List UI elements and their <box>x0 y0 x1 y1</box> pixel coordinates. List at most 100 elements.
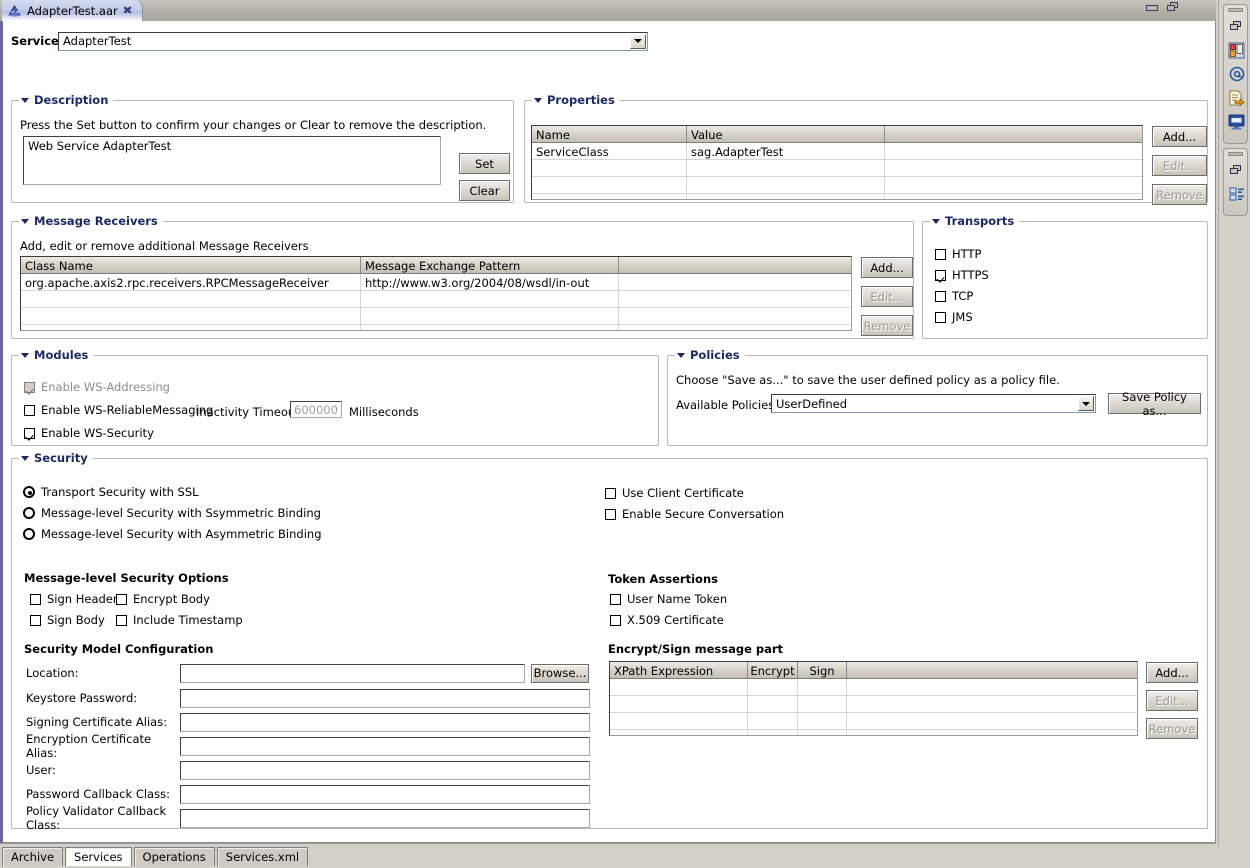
table-row[interactable] <box>610 696 1137 713</box>
table-row[interactable]: org.apache.axis2.rpc.receivers.RPCMessag… <box>21 274 851 291</box>
policy-validator-callback-class-input[interactable] <box>180 808 590 828</box>
inactivity-timeout-input[interactable]: 600000 <box>290 401 342 418</box>
column-header[interactable]: Name <box>532 126 687 142</box>
table-row[interactable] <box>532 160 1142 177</box>
checkbox-icon[interactable] <box>935 269 946 281</box>
twisty-down-icon[interactable] <box>21 218 29 224</box>
checkbox-icon[interactable] <box>30 593 41 605</box>
receivers-add-button[interactable]: Add... <box>861 257 913 278</box>
tab-archive[interactable]: Archive <box>2 847 64 866</box>
encrypt-sign-edit-button[interactable]: Edit... <box>1146 690 1198 711</box>
server-package-icon[interactable] <box>1224 38 1249 62</box>
user-input[interactable] <box>180 760 590 780</box>
checkbox-icon[interactable] <box>935 311 946 323</box>
checkbox-icon[interactable] <box>116 614 127 626</box>
twisty-down-icon[interactable] <box>21 97 29 103</box>
security-mode-asymmetric-radio[interactable]: Message-level Security with Asymmetric B… <box>23 527 322 541</box>
enable-ws-reliablemessaging-checkbox[interactable]: Enable WS-ReliableMessaging <box>24 403 213 417</box>
table-row[interactable] <box>610 730 1137 735</box>
keystore-password-input[interactable] <box>180 688 590 708</box>
twisty-down-icon[interactable] <box>21 352 29 358</box>
modules-group-title[interactable]: Modules <box>19 348 94 362</box>
encrypt-sign-table[interactable]: XPath Expression Encrypt Sign <box>609 661 1138 736</box>
table-row[interactable] <box>21 308 851 325</box>
column-header[interactable]: XPath Expression <box>610 662 748 678</box>
set-button[interactable]: Set <box>459 153 510 174</box>
password-callback-class-input[interactable] <box>180 784 590 804</box>
transport-tcp-checkbox[interactable]: TCP <box>935 289 973 303</box>
twisty-down-icon[interactable] <box>21 455 29 461</box>
include-timestamp-checkbox[interactable]: Include Timestamp <box>116 613 243 627</box>
radio-icon[interactable] <box>23 486 35 498</box>
sign-header-checkbox[interactable]: Sign Header <box>30 592 118 606</box>
security-mode-symmetric-radio[interactable]: Message-level Security with Ssymmetric B… <box>23 506 321 520</box>
receivers-remove-button[interactable]: Remove <box>861 315 913 336</box>
resize-corner[interactable] <box>1218 846 1250 868</box>
at-sign-icon[interactable] <box>1224 62 1249 86</box>
table-row[interactable]: ServiceClass sag.AdapterTest <box>532 143 1142 160</box>
x509-certificate-checkbox[interactable]: X.509 Certificate <box>610 613 724 627</box>
outline-tree-icon[interactable] <box>1224 182 1249 206</box>
table-row[interactable] <box>532 194 1142 199</box>
browse-button[interactable]: Browse... <box>531 663 589 683</box>
encrypt-sign-add-button[interactable]: Add... <box>1146 662 1198 683</box>
encryption-certificate-alias-input[interactable] <box>180 736 590 756</box>
twisty-down-icon[interactable] <box>677 352 685 358</box>
transport-http-checkbox[interactable]: HTTP <box>935 247 981 261</box>
encrypt-body-checkbox[interactable]: Encrypt Body <box>116 592 210 606</box>
chevron-down-icon[interactable] <box>630 33 646 49</box>
properties-group-title[interactable]: Properties <box>532 93 620 107</box>
tab-operations[interactable]: Operations <box>133 847 215 866</box>
table-row[interactable] <box>21 291 851 308</box>
radio-icon[interactable] <box>23 528 35 540</box>
table-row[interactable] <box>610 713 1137 730</box>
table-row[interactable] <box>532 177 1142 194</box>
available-policies-dropdown[interactable]: UserDefined <box>771 394 1096 413</box>
radio-icon[interactable] <box>23 507 35 519</box>
transport-jms-checkbox[interactable]: JMS <box>935 310 973 324</box>
enable-ws-security-checkbox[interactable]: Enable WS-Security <box>24 426 154 440</box>
clear-button[interactable]: Clear <box>459 180 510 201</box>
twisty-down-icon[interactable] <box>534 97 542 103</box>
encrypt-sign-remove-button[interactable]: Remove <box>1146 718 1198 739</box>
use-client-certificate-checkbox[interactable]: Use Client Certificate <box>605 486 744 500</box>
checkbox-icon[interactable] <box>24 427 35 439</box>
properties-edit-button[interactable]: Edit... <box>1152 155 1207 176</box>
properties-add-button[interactable]: Add... <box>1152 126 1207 147</box>
document-export-icon[interactable] <box>1224 86 1249 110</box>
table-row[interactable] <box>610 679 1137 696</box>
checkbox-icon[interactable] <box>935 290 946 302</box>
message-receivers-table[interactable]: Class Name Message Exchange Pattern org.… <box>20 256 852 331</box>
column-header[interactable]: Sign <box>798 662 847 678</box>
column-header[interactable] <box>885 126 1142 142</box>
enable-secure-conversation-checkbox[interactable]: Enable Secure Conversation <box>605 507 784 521</box>
properties-table[interactable]: Name Value ServiceClass sag.AdapterTest <box>531 125 1143 200</box>
checkbox-icon[interactable] <box>610 593 621 605</box>
transports-group-title[interactable]: Transports <box>930 214 1020 228</box>
column-header[interactable]: Encrypt <box>748 662 798 678</box>
signing-certificate-alias-input[interactable] <box>180 712 590 732</box>
column-header[interactable] <box>619 257 851 273</box>
minimize-icon[interactable] <box>1145 2 1158 13</box>
tab-services-xml[interactable]: Services.xml <box>216 847 309 866</box>
checkbox-icon[interactable] <box>605 487 616 499</box>
twisty-down-icon[interactable] <box>932 218 940 224</box>
checkbox-icon[interactable] <box>935 248 946 260</box>
column-header[interactable]: Class Name <box>21 257 361 273</box>
transport-https-checkbox[interactable]: HTTPS <box>935 268 989 282</box>
tab-services[interactable]: Services <box>65 847 132 866</box>
message-receivers-group-title[interactable]: Message Receivers <box>19 214 163 228</box>
close-icon[interactable]: ✖ <box>122 5 132 16</box>
save-policy-as-button[interactable]: Save Policy as... <box>1108 390 1201 418</box>
security-group-title[interactable]: Security <box>19 451 93 465</box>
checkbox-icon[interactable] <box>30 614 41 626</box>
receivers-edit-button[interactable]: Edit... <box>861 286 913 307</box>
user-name-token-checkbox[interactable]: User Name Token <box>610 592 727 606</box>
checkbox-icon[interactable] <box>24 404 35 416</box>
drag-handle[interactable] <box>1228 8 1243 12</box>
restore-icon[interactable] <box>1224 14 1249 38</box>
table-row[interactable] <box>21 325 851 330</box>
policies-group-title[interactable]: Policies <box>675 348 745 362</box>
column-header[interactable]: Value <box>687 126 885 142</box>
sign-body-checkbox[interactable]: Sign Body <box>30 613 105 627</box>
